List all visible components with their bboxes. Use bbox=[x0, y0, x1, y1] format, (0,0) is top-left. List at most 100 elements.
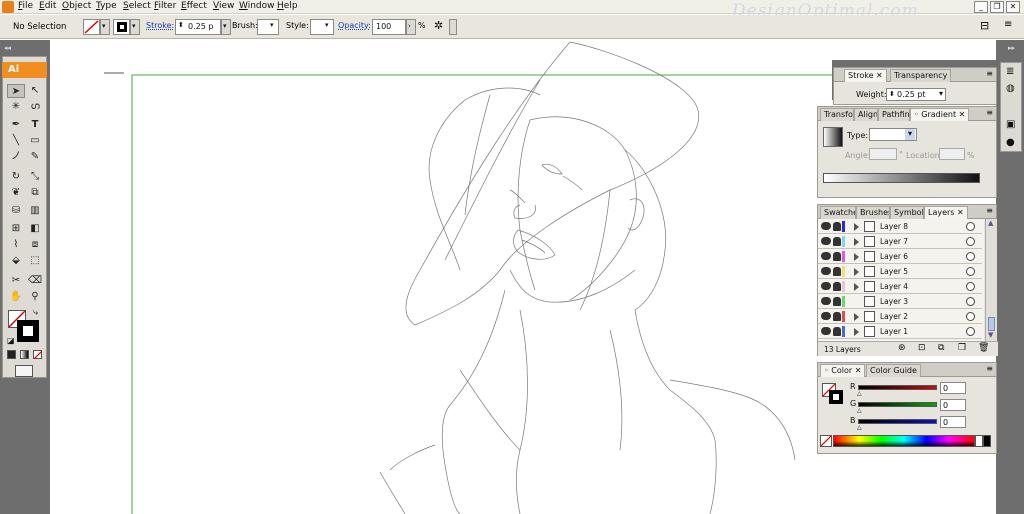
lock-icon[interactable] bbox=[833, 312, 841, 321]
stroke-panel-menu-icon[interactable]: ≡ bbox=[986, 69, 993, 78]
menu-file[interactable]: File bbox=[18, 1, 33, 11]
magic-wand-icon[interactable]: ✳ bbox=[7, 100, 25, 114]
free-transform-icon[interactable]: ⧉ bbox=[26, 186, 44, 200]
tab-symbols[interactable]: Symbols bbox=[890, 206, 924, 219]
menu-window[interactable]: Window bbox=[239, 1, 275, 11]
visibility-eye-icon[interactable] bbox=[821, 327, 831, 335]
screen-mode-icon[interactable] bbox=[15, 365, 33, 377]
type-icon[interactable]: T bbox=[26, 118, 44, 132]
layers-panel-menu-icon[interactable]: ≡ bbox=[986, 206, 993, 215]
color-stroke-box[interactable] bbox=[829, 390, 843, 404]
target-circle-icon[interactable] bbox=[966, 222, 975, 231]
slice-icon[interactable]: ✂ bbox=[7, 274, 25, 288]
target-circle-icon[interactable] bbox=[966, 297, 975, 306]
layer-row[interactable]: Layer 2 bbox=[818, 309, 982, 324]
artboard-canvas[interactable] bbox=[50, 40, 836, 514]
lock-icon[interactable] bbox=[833, 252, 841, 261]
color-mode-icon[interactable] bbox=[7, 350, 16, 359]
gradient-swatch[interactable] bbox=[823, 127, 843, 147]
channel-slider[interactable] bbox=[858, 419, 937, 424]
weight-input[interactable]: ⬍ 0.25 pt ▾ bbox=[886, 88, 946, 101]
slider-handle-icon[interactable]: △ bbox=[857, 390, 862, 397]
style-dropdown[interactable]: ▾ bbox=[310, 19, 334, 35]
tab-align[interactable]: Align bbox=[854, 108, 878, 121]
paintbrush-icon[interactable]: ノ bbox=[7, 150, 25, 164]
layer-row[interactable]: Layer 1 bbox=[818, 324, 982, 339]
mesh-icon[interactable]: ⊞ bbox=[7, 222, 25, 236]
lasso-icon[interactable]: ഗ bbox=[26, 100, 44, 114]
tab-gradient[interactable]: ◦ Gradient ✕ bbox=[910, 108, 970, 121]
control-menu-icon[interactable]: ≡ bbox=[1004, 19, 1012, 30]
tab-brushes[interactable]: Brushes bbox=[856, 206, 890, 219]
white-swatch[interactable] bbox=[975, 435, 983, 447]
lock-icon[interactable] bbox=[833, 237, 841, 246]
expand-arrow-icon[interactable] bbox=[854, 283, 859, 291]
pen-icon[interactable]: ✒ bbox=[7, 118, 25, 132]
visibility-eye-icon[interactable] bbox=[821, 297, 831, 305]
tab-layers[interactable]: Layers ✕ bbox=[924, 206, 968, 219]
expand-arrow-icon[interactable] bbox=[854, 313, 859, 321]
channel-value-input[interactable]: 0 bbox=[940, 416, 966, 428]
tab-swatches[interactable]: Swatche bbox=[820, 206, 856, 219]
close-icon[interactable]: ✕ bbox=[1006, 1, 1020, 13]
tab-stroke[interactable]: Stroke ✕ bbox=[844, 69, 887, 82]
visibility-eye-icon[interactable] bbox=[821, 282, 831, 290]
visibility-eye-icon[interactable] bbox=[821, 237, 831, 245]
locate-object-icon[interactable]: ⊛ bbox=[898, 343, 906, 353]
menu-help[interactable]: Help bbox=[277, 1, 298, 11]
layer-row[interactable]: Layer 3 bbox=[818, 294, 982, 309]
stroke-dropdown-icon[interactable]: ▾ bbox=[130, 19, 140, 35]
layers-scrollbar[interactable]: ▲ ▼ bbox=[985, 219, 997, 341]
eyedropper-icon[interactable]: ⌇ bbox=[7, 238, 25, 252]
visibility-eye-icon[interactable] bbox=[821, 222, 831, 230]
none-mode-icon[interactable] bbox=[33, 350, 42, 359]
slider-handle-icon[interactable]: △ bbox=[857, 424, 862, 431]
zoom-icon[interactable]: ⚲ bbox=[26, 290, 44, 304]
lock-icon[interactable] bbox=[833, 282, 841, 291]
menu-select[interactable]: Select bbox=[123, 1, 151, 11]
stroke-weight-dropdown-icon[interactable]: ▾ bbox=[221, 19, 231, 35]
tab-transform[interactable]: Transfo bbox=[820, 108, 854, 121]
channel-slider[interactable] bbox=[858, 402, 937, 407]
eraser-icon[interactable]: ⌫ bbox=[26, 274, 44, 288]
location-input[interactable] bbox=[939, 148, 965, 160]
delete-layer-icon[interactable]: 🗑 bbox=[978, 343, 989, 353]
none-swatch[interactable] bbox=[820, 435, 832, 447]
menu-object[interactable]: Object bbox=[62, 1, 91, 11]
line-icon[interactable]: ╲ bbox=[7, 134, 25, 148]
scale-icon[interactable]: ⤡ bbox=[26, 170, 44, 184]
rotate-icon[interactable]: ↻ bbox=[7, 170, 25, 184]
collapse-left-icon[interactable]: ◂◂ bbox=[4, 44, 11, 52]
target-circle-icon[interactable] bbox=[966, 252, 975, 261]
target-circle-icon[interactable] bbox=[966, 312, 975, 321]
symbols-dock-icon[interactable]: ◍ bbox=[1006, 83, 1015, 94]
menu-effect[interactable]: Effect bbox=[181, 1, 207, 11]
channel-value-input[interactable]: 0 bbox=[940, 399, 966, 411]
target-circle-icon[interactable] bbox=[966, 267, 975, 276]
graphic-styles-dock-icon[interactable]: ▣ bbox=[1006, 119, 1015, 130]
align-icon[interactable]: ⊟ bbox=[980, 19, 989, 32]
menu-view[interactable]: View bbox=[213, 1, 234, 11]
gradient-panel-menu-icon[interactable]: ≡ bbox=[986, 108, 993, 117]
menu-edit[interactable]: Edit bbox=[39, 1, 56, 11]
lock-icon[interactable] bbox=[833, 297, 841, 306]
hand-icon[interactable]: ✋ bbox=[7, 290, 25, 304]
menu-type[interactable]: Type bbox=[96, 1, 117, 11]
tab-color[interactable]: ◦ Color ✕ bbox=[820, 364, 866, 377]
live-paint-icon[interactable]: ⬙ bbox=[7, 254, 25, 268]
stroke-color-box[interactable] bbox=[17, 320, 39, 342]
brushes-dock-icon[interactable]: ≣ bbox=[1006, 66, 1014, 77]
channel-value-input[interactable]: 0 bbox=[940, 382, 966, 394]
target-circle-icon[interactable] bbox=[966, 237, 975, 246]
target-circle-icon[interactable] bbox=[966, 282, 975, 291]
visibility-eye-icon[interactable] bbox=[821, 267, 831, 275]
stroke-weight-input[interactable]: ⬍ 0.25 p bbox=[175, 19, 221, 35]
swap-colors-icon[interactable]: ⤷ bbox=[33, 308, 38, 318]
target-circle-icon[interactable] bbox=[966, 327, 975, 336]
make-clipping-mask-icon[interactable]: ⊡ bbox=[918, 343, 926, 353]
slider-handle-icon[interactable]: △ bbox=[857, 407, 862, 414]
new-sublayer-icon[interactable]: ⧉ bbox=[938, 343, 944, 353]
restore-icon[interactable]: ❐ bbox=[990, 1, 1004, 13]
gradient-type-select[interactable]: ▾ bbox=[869, 128, 917, 141]
gradient-slider[interactable] bbox=[823, 173, 980, 183]
